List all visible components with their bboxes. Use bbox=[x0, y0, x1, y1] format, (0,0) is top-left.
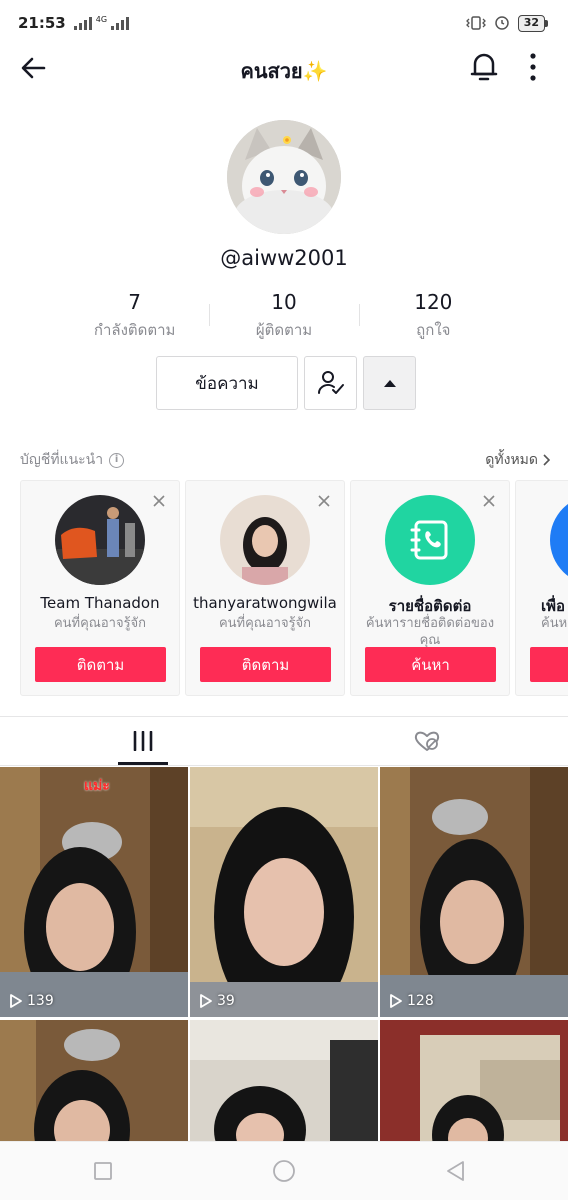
system-nav-bar bbox=[0, 1141, 568, 1200]
see-all-link[interactable]: ดูทั้งหมด bbox=[485, 449, 550, 471]
follow-button[interactable]: ติดตาม bbox=[35, 647, 166, 682]
play-count: 39 bbox=[200, 993, 235, 1009]
signal-icon-2 bbox=[111, 16, 130, 30]
video-thumbnail[interactable] bbox=[380, 1020, 568, 1141]
cat-avatar-image bbox=[227, 120, 341, 234]
vibrate-icon bbox=[465, 16, 486, 30]
card-button[interactable] bbox=[530, 647, 568, 682]
stat-value: 10 bbox=[271, 290, 297, 314]
alarm-icon bbox=[494, 16, 509, 30]
recent-apps-button[interactable] bbox=[90, 1158, 116, 1184]
user-check-icon bbox=[317, 371, 344, 394]
video-caption: แม่ะ bbox=[84, 778, 110, 794]
suggested-header: บัญชีที่แนะนำ i ดูทั้งหมด bbox=[20, 448, 550, 472]
bell-icon[interactable] bbox=[468, 50, 500, 84]
video-thumbnail[interactable]: 128 bbox=[380, 767, 568, 1017]
circle-icon bbox=[273, 1160, 295, 1182]
suggested-title: บัญชีที่แนะนำ bbox=[20, 452, 104, 468]
chevron-right-icon bbox=[543, 454, 550, 466]
video-thumbnail[interactable]: 39 bbox=[190, 767, 378, 1017]
card-subtitle: ค้นหา bbox=[541, 616, 568, 631]
play-icon bbox=[390, 994, 402, 1008]
video-thumbnail[interactable] bbox=[190, 1020, 378, 1141]
profile-stats: 7 กำลังติดตาม 10 ผู้ติดตาม 120 ถูกใจ bbox=[60, 290, 508, 342]
play-count: 128 bbox=[390, 993, 434, 1009]
tabs-bottom-divider bbox=[0, 765, 568, 766]
tab-liked[interactable] bbox=[404, 718, 450, 764]
video-thumbnail[interactable] bbox=[0, 1020, 188, 1141]
heart-hidden-icon bbox=[414, 731, 440, 751]
message-button[interactable]: ข้อความ bbox=[156, 356, 298, 410]
username: @aiww2001 bbox=[220, 246, 348, 270]
search-contacts-button[interactable]: ค้นหา bbox=[365, 647, 496, 682]
info-icon[interactable]: i bbox=[109, 452, 125, 468]
close-icon[interactable] bbox=[318, 495, 330, 507]
more-options-icon[interactable] bbox=[522, 52, 544, 82]
stat-label: กำลังติดตาม bbox=[93, 321, 176, 339]
play-icon bbox=[10, 994, 22, 1008]
suggested-card[interactable]: Team Thanadon คนที่คุณอาจรู้จัก ติดตาม bbox=[20, 480, 180, 696]
suggested-card[interactable]: รายชื่อติดต่อ ค้นหารายชื่อติดต่อของคุณ ค… bbox=[350, 480, 510, 696]
stat-value: 120 bbox=[414, 290, 453, 314]
close-icon[interactable] bbox=[483, 495, 495, 507]
square-icon bbox=[94, 1162, 112, 1180]
see-all-label: ดูทั้งหมด bbox=[485, 452, 538, 468]
card-subtitle: คนที่คุณอาจรู้จัก bbox=[218, 616, 312, 631]
card-subtitle: คนที่คุณอาจรู้จัก bbox=[53, 616, 147, 631]
play-icon bbox=[200, 994, 212, 1008]
profile-avatar[interactable] bbox=[227, 120, 341, 234]
home-button[interactable] bbox=[271, 1158, 297, 1184]
expand-suggestions-button[interactable] bbox=[363, 356, 416, 410]
stat-followers[interactable]: 10 ผู้ติดตาม bbox=[209, 290, 358, 342]
play-count: 139 bbox=[10, 993, 54, 1009]
network-label: 4G bbox=[95, 14, 108, 24]
battery-icon: 32 bbox=[517, 14, 548, 32]
card-name: Team Thanadon bbox=[40, 594, 160, 612]
suggested-card[interactable]: thanyaratwongwila คนที่คุณอาจรู้จัก ติดต… bbox=[185, 480, 345, 696]
following-status-button[interactable] bbox=[304, 356, 357, 410]
stat-value: 7 bbox=[128, 290, 142, 314]
stat-label: ผู้ติดตาม bbox=[255, 321, 313, 339]
stat-label: ถูกใจ bbox=[416, 321, 451, 339]
card-avatar bbox=[220, 495, 310, 585]
card-subtitle: ค้นหารายชื่อติดต่อของคุณ bbox=[365, 616, 495, 648]
video-grid: แม่ะ 139 39 128 bbox=[0, 767, 568, 1141]
top-bar: คนสวย✨ bbox=[0, 46, 568, 90]
triangle-back-icon bbox=[447, 1161, 464, 1181]
signal-icon bbox=[73, 16, 92, 30]
sparkle-emoji: ✨ bbox=[302, 59, 328, 83]
back-button[interactable] bbox=[442, 1158, 468, 1184]
grid-icon bbox=[133, 731, 153, 751]
facebook-friends-icon bbox=[550, 495, 568, 585]
card-name: thanyaratwongwila bbox=[193, 594, 337, 612]
clock: 21:53 bbox=[18, 14, 66, 32]
card-avatar bbox=[55, 495, 145, 585]
caret-up-icon bbox=[383, 380, 396, 387]
suggested-card[interactable]: เพื่อ ค้นหา bbox=[515, 480, 568, 696]
stat-likes: 120 ถูกใจ bbox=[358, 290, 508, 342]
close-icon[interactable] bbox=[153, 495, 165, 507]
suggested-cards: Team Thanadon คนที่คุณอาจรู้จัก ติดตาม t… bbox=[20, 480, 568, 696]
tabs-top-divider bbox=[0, 716, 568, 717]
video-thumbnail[interactable]: แม่ะ 139 bbox=[0, 767, 188, 1017]
tab-videos[interactable] bbox=[118, 718, 168, 764]
status-bar: 21:53 4G 32 bbox=[0, 0, 568, 46]
contacts-book-icon bbox=[385, 495, 475, 585]
follow-button[interactable]: ติดตาม bbox=[200, 647, 331, 682]
stat-following[interactable]: 7 กำลังติดตาม bbox=[60, 290, 209, 342]
